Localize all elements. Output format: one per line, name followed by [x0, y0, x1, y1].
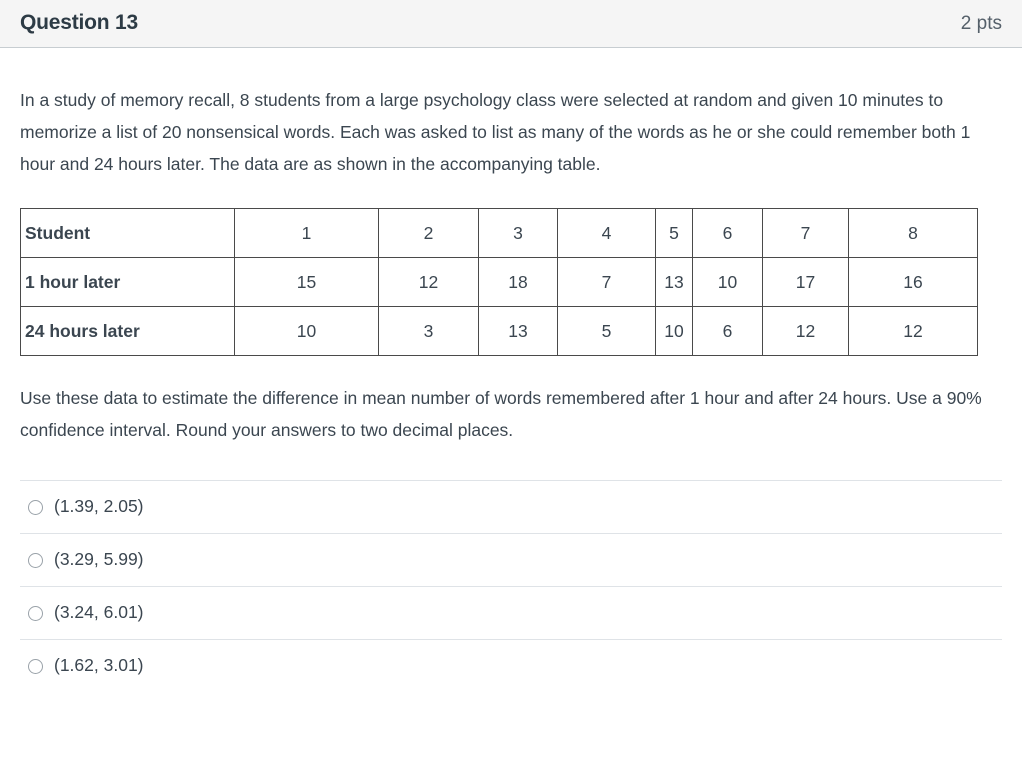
table-cell: 15 — [234, 257, 379, 307]
table-cell: 18 — [478, 257, 558, 307]
question-header: Question 13 2 pts — [0, 0, 1022, 48]
memory-recall-table: Student 1 2 3 4 5 6 7 8 1 hour later 15 … — [20, 208, 978, 356]
table-cell: 16 — [848, 257, 978, 307]
table-cell: 7 — [762, 208, 849, 258]
radio-button-icon[interactable] — [28, 658, 43, 674]
table-cell: 7 — [557, 257, 656, 307]
table-row-student: Student 1 2 3 4 5 6 7 8 — [20, 208, 978, 258]
table-cell: 17 — [762, 257, 849, 307]
question-body: In a study of memory recall, 8 students … — [0, 48, 1022, 692]
radio-button-icon[interactable] — [28, 552, 43, 568]
answer-option-2[interactable]: (3.29, 5.99) — [20, 533, 1002, 586]
table-cell: 1 — [234, 208, 379, 258]
answer-option-label: (1.62, 3.01) — [54, 655, 144, 676]
table-rowlabel-24-hours: 24 hours later — [20, 306, 235, 356]
table-cell: 12 — [378, 257, 479, 307]
table-cell: 10 — [692, 257, 763, 307]
question-prompt-text: Use these data to estimate the differenc… — [20, 388, 982, 440]
table-cell: 12 — [762, 306, 849, 356]
answer-option-label: (1.39, 2.05) — [54, 496, 144, 517]
table-cell: 6 — [692, 306, 763, 356]
table-cell: 13 — [478, 306, 558, 356]
question-points: 2 pts — [960, 13, 1002, 34]
table-cell: 8 — [848, 208, 978, 258]
answer-option-label: (3.24, 6.01) — [54, 602, 144, 623]
data-table-container: Student 1 2 3 4 5 6 7 8 1 hour later 15 … — [20, 208, 1002, 356]
table-cell: 5 — [655, 208, 693, 258]
table-cell: 10 — [655, 306, 693, 356]
radio-button-icon[interactable] — [28, 499, 43, 515]
table-cell: 5 — [557, 306, 656, 356]
question-title: Question 13 — [20, 11, 138, 34]
table-rowlabel-student: Student — [20, 208, 235, 258]
answer-option-3[interactable]: (3.24, 6.01) — [20, 586, 1002, 639]
table-cell: 12 — [848, 306, 978, 356]
question-intro-text: In a study of memory recall, 8 students … — [20, 90, 971, 174]
radio-button-icon[interactable] — [28, 605, 43, 621]
table-row-one-hour: 1 hour later 15 12 18 7 13 10 17 16 — [20, 257, 978, 307]
table-cell: 6 — [692, 208, 763, 258]
table-cell: 2 — [378, 208, 479, 258]
table-cell: 3 — [378, 306, 479, 356]
answer-option-1[interactable]: (1.39, 2.05) — [20, 480, 1002, 533]
table-cell: 4 — [557, 208, 656, 258]
table-rowlabel-one-hour: 1 hour later — [20, 257, 235, 307]
table-row-24-hours: 24 hours later 10 3 13 5 10 6 12 12 — [20, 306, 978, 356]
answer-options-list: (1.39, 2.05) (3.29, 5.99) (3.24, 6.01) (… — [20, 480, 1002, 692]
table-cell: 13 — [655, 257, 693, 307]
answer-option-4[interactable]: (1.62, 3.01) — [20, 639, 1002, 692]
table-cell: 10 — [234, 306, 379, 356]
answer-option-label: (3.29, 5.99) — [54, 549, 144, 570]
table-cell: 3 — [478, 208, 558, 258]
